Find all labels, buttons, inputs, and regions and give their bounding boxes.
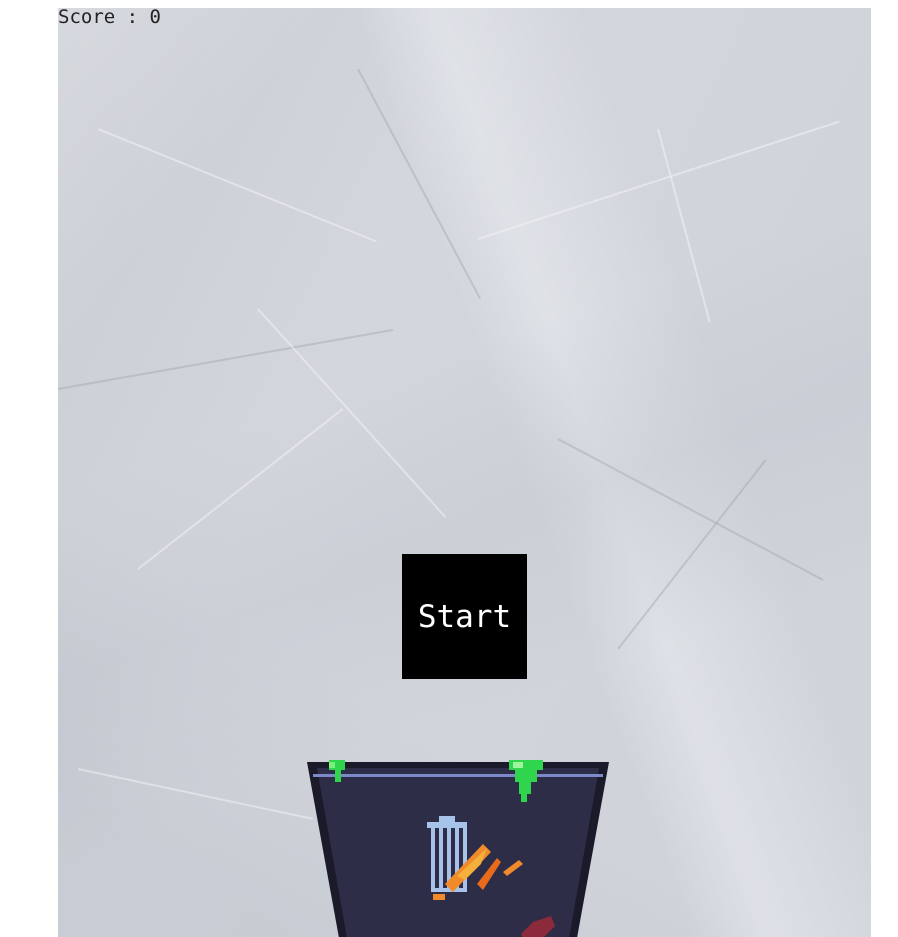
- paper-crease: [657, 128, 711, 323]
- paper-crease: [557, 438, 824, 581]
- score-label: Score : 0: [58, 6, 161, 28]
- paper-crease: [77, 768, 313, 820]
- paper-crease: [137, 408, 344, 570]
- trash-bin-sprite: [307, 760, 609, 937]
- paper-crease: [257, 308, 447, 518]
- start-button[interactable]: Start: [402, 554, 527, 679]
- paper-crease: [58, 328, 394, 390]
- paper-crease: [357, 68, 481, 300]
- paper-crease: [617, 459, 767, 650]
- bin-rim-line: [313, 774, 603, 777]
- game-canvas[interactable]: Start: [58, 8, 871, 937]
- paper-crease: [97, 128, 377, 243]
